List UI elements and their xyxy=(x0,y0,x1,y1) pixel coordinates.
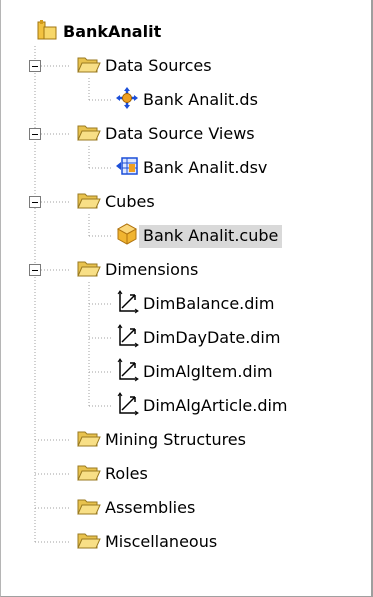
tree-folder-cubes-label: Cubes xyxy=(105,191,155,211)
tree-item-bank-analit-dsv[interactable]: Bank Analit.dsv xyxy=(115,153,271,183)
tree-folder-roles[interactable]: Roles xyxy=(77,459,152,489)
collapse-toggle-dimensions[interactable] xyxy=(29,264,41,276)
dimension-icon xyxy=(115,290,139,318)
collapse-toggle-data-sources[interactable] xyxy=(29,60,41,72)
folder-icon xyxy=(77,462,101,486)
folder-icon xyxy=(77,428,101,452)
tree-folder-assemblies[interactable]: Assemblies xyxy=(77,493,199,523)
tree-item-dimbalance-dim[interactable]: DimBalance.dim xyxy=(115,289,278,319)
tree-folder-data-source-views-label: Data Source Views xyxy=(105,123,255,143)
tree-item-bank-analit-ds-label: Bank Analit.ds xyxy=(143,89,258,109)
tree-folder-data-sources-label: Data Sources xyxy=(105,55,212,75)
tree-folder-mining-structures[interactable]: Mining Structures xyxy=(77,425,250,455)
tree-folder-data-sources[interactable]: Data Sources xyxy=(77,51,216,81)
tree-folder-dimensions-label: Dimensions xyxy=(105,259,199,279)
tree-folder-assemblies-label: Assemblies xyxy=(105,497,196,517)
tree-folder-dimensions[interactable]: Dimensions xyxy=(77,255,202,285)
dimension-icon xyxy=(115,324,139,352)
tree-item-bank-analit-dsv-label: Bank Analit.dsv xyxy=(143,157,268,177)
tree-folder-cubes[interactable]: Cubes xyxy=(77,187,159,217)
project-tree[interactable]: BankAnalit Data Sources Bank Analit.ds Data… xyxy=(1,0,371,596)
folder-icon xyxy=(77,530,101,554)
tree-item-dimalgitem-dim[interactable]: DimAlgItem.dim xyxy=(115,357,277,387)
tree-folder-mining-structures-label: Mining Structures xyxy=(105,429,246,449)
collapse-toggle-cubes[interactable] xyxy=(29,196,41,208)
folder-open-icon xyxy=(77,122,101,146)
folder-open-icon xyxy=(77,190,101,214)
tree-item-bank-analit-ds[interactable]: Bank Analit.ds xyxy=(115,85,262,115)
folder-icon xyxy=(77,496,101,520)
tree-folder-miscellaneous[interactable]: Miscellaneous xyxy=(77,527,221,557)
cube-icon xyxy=(115,222,139,250)
tree-folder-miscellaneous-label: Miscellaneous xyxy=(105,531,218,551)
tree-item-bank-analit-cube[interactable]: Bank Analit.cube xyxy=(115,221,283,251)
tree-root-bankanalit[interactable]: BankAnalit xyxy=(35,17,165,47)
folder-open-icon xyxy=(77,258,101,282)
solution-explorer-panel: BankAnalit Data Sources Bank Analit.ds Data… xyxy=(0,0,373,597)
data-source-view-icon xyxy=(115,154,139,182)
tree-item-dimalgitem-dim-label: DimAlgItem.dim xyxy=(143,361,273,381)
tree-folder-data-source-views[interactable]: Data Source Views xyxy=(77,119,259,149)
tree-item-bank-analit-cube-label: Bank Analit.cube xyxy=(139,224,283,248)
project-icon xyxy=(35,18,59,46)
tree-item-dimbalance-dim-label: DimBalance.dim xyxy=(143,293,275,313)
collapse-toggle-data-source-views[interactable] xyxy=(29,128,41,140)
tree-folder-roles-label: Roles xyxy=(105,463,148,483)
data-source-icon xyxy=(115,86,139,114)
tree-item-dimalgarticle-dim-label: DimAlgArticle.dim xyxy=(143,395,288,415)
tree-item-dimalgarticle-dim[interactable]: DimAlgArticle.dim xyxy=(115,391,292,421)
tree-item-dimdaydate-dim[interactable]: DimDayDate.dim xyxy=(115,323,284,353)
dimension-icon xyxy=(115,392,139,420)
tree-root-bankanalit-label: BankAnalit xyxy=(63,21,162,41)
tree-item-dimdaydate-dim-label: DimDayDate.dim xyxy=(143,327,281,347)
dimension-icon xyxy=(115,358,139,386)
folder-open-icon xyxy=(77,54,101,78)
